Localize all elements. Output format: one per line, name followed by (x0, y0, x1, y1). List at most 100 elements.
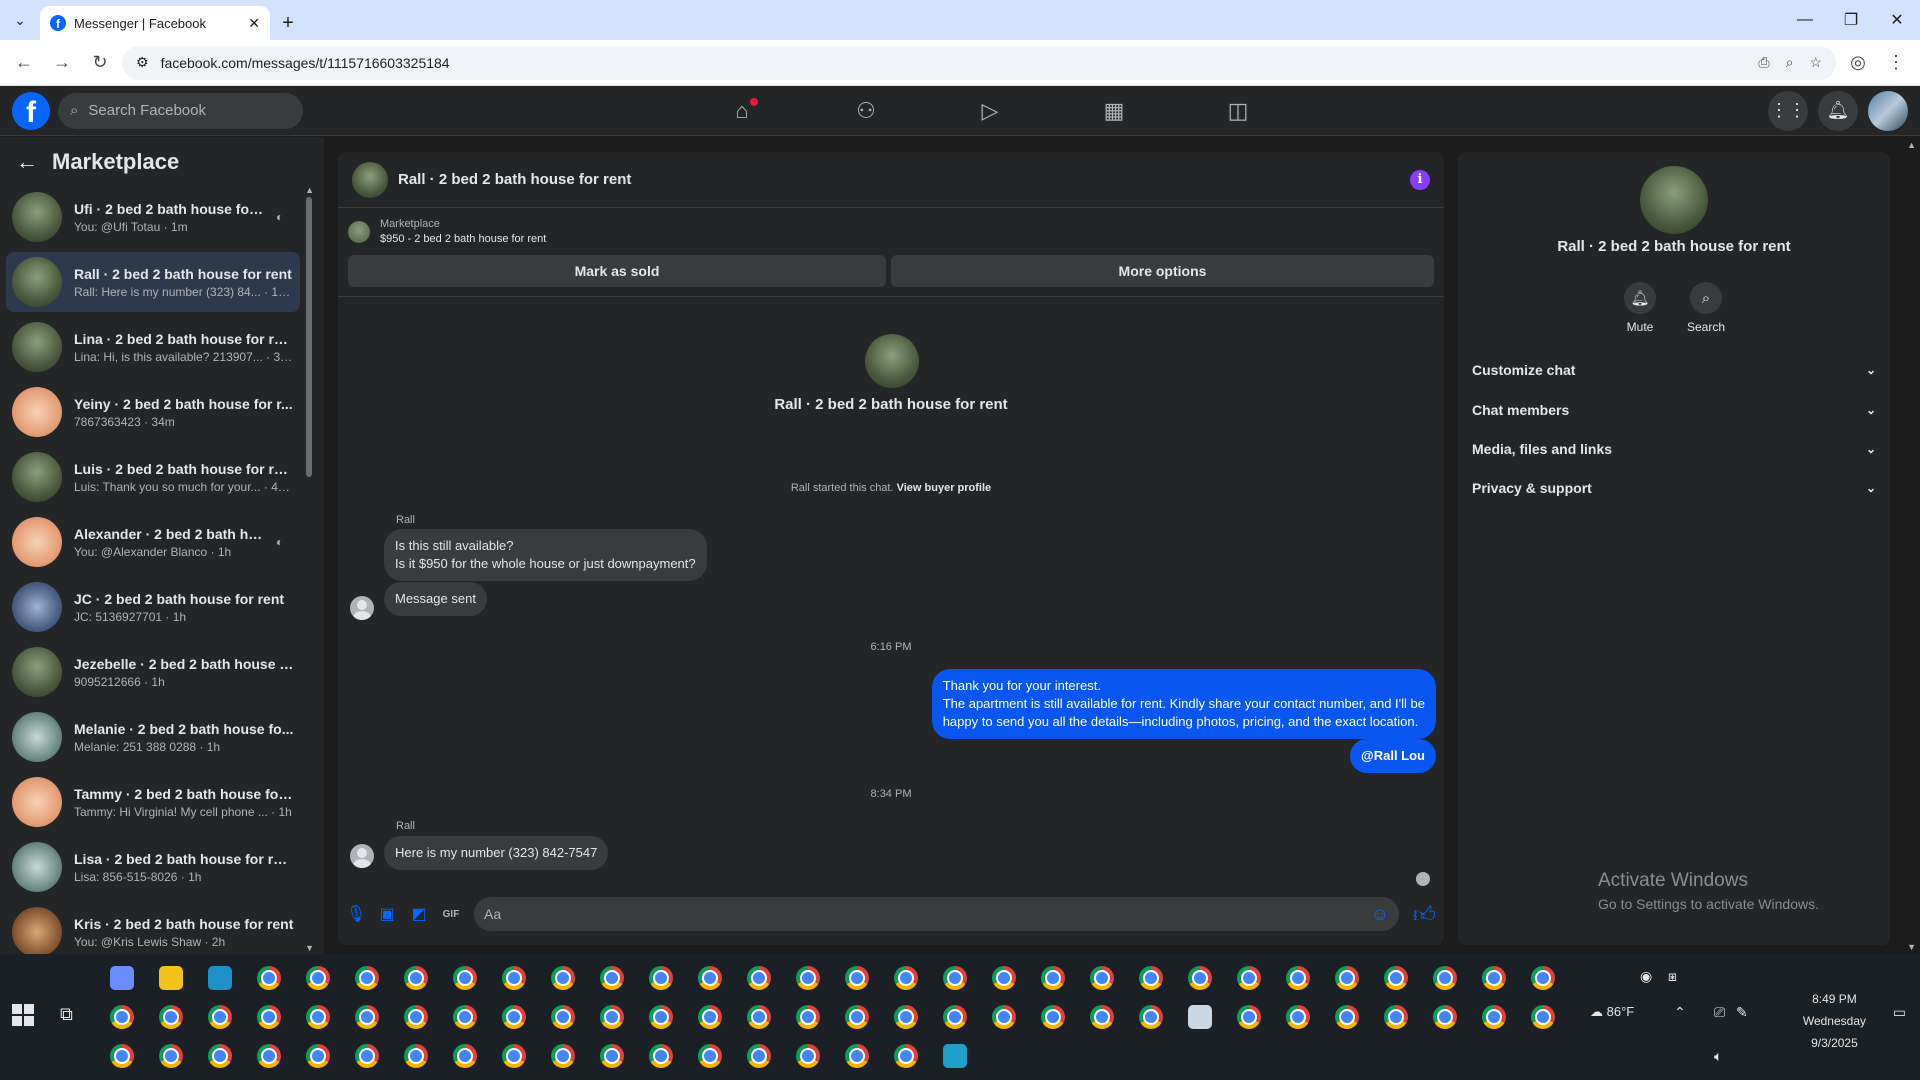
chrome-taskbar-icon[interactable] (453, 966, 477, 990)
conversation-item[interactable]: Yeiny · 2 bed 2 bath house for r... 78673… (6, 382, 300, 442)
account-avatar[interactable] (1868, 90, 1908, 131)
chrome-taskbar-icon[interactable] (698, 966, 722, 990)
menu-grid-icon[interactable]: ⋮⋮ (1768, 90, 1808, 131)
conversation-item[interactable]: Kris · 2 bed 2 bath house for rent You: @… (6, 902, 300, 962)
notifications-bell-icon[interactable]: 🔔︎ (1818, 90, 1858, 131)
microphone-icon[interactable]: 🎙︎ (346, 904, 366, 924)
scroll-up-icon[interactable]: ▲ (305, 185, 314, 195)
message-bubble-outgoing[interactable]: @Rall Lou (1350, 739, 1436, 773)
chrome-taskbar-icon[interactable] (551, 1044, 575, 1068)
chrome-taskbar-icon[interactable] (796, 1005, 820, 1029)
sidebar-scrollbar[interactable] (306, 197, 312, 477)
browser-menu-icon[interactable]: ⋮ (1880, 47, 1912, 79)
message-input[interactable]: Aa ☺ (474, 897, 1399, 931)
page-scroll-down-icon[interactable]: ▼ (1907, 942, 1916, 952)
chrome-taskbar-icon[interactable] (257, 1005, 281, 1029)
chrome-taskbar-icon[interactable] (306, 1005, 330, 1029)
chrome-taskbar-icon[interactable] (747, 966, 771, 990)
chrome-taskbar-icon[interactable] (1237, 1005, 1261, 1029)
notification-center-icon[interactable]: ▭ (1893, 1004, 1906, 1021)
photo-icon[interactable]: ▣ (378, 904, 396, 924)
chrome-taskbar-icon[interactable] (649, 966, 673, 990)
chrome-taskbar-icon[interactable] (404, 966, 428, 990)
chrome-taskbar-icon[interactable] (404, 1005, 428, 1029)
chrome-taskbar-icon[interactable] (649, 1044, 673, 1068)
back-arrow-icon[interactable]: ← (16, 149, 38, 175)
message-bubble-outgoing[interactable]: Thank you for your interest. The apartme… (931, 669, 1436, 739)
chrome-taskbar-icon[interactable] (306, 1044, 330, 1068)
chrome-taskbar-icon[interactable] (1139, 1005, 1163, 1029)
video-icon[interactable]: ▷ (928, 86, 1052, 136)
friends-icon[interactable]: ⚇ (804, 86, 928, 136)
profile-icon[interactable]: ◎ (1842, 47, 1874, 79)
tab-search-chevron-icon[interactable]: ⌄ (0, 0, 40, 40)
customize-chat-section[interactable]: Customize chat ⌄ (1472, 352, 1876, 388)
chrome-taskbar-icon[interactable] (257, 1044, 281, 1068)
install-app-icon[interactable]: ⎙ (1758, 54, 1769, 71)
chrome-taskbar-icon[interactable] (649, 1005, 673, 1029)
chrome-taskbar-icon[interactable] (894, 1005, 918, 1029)
gif-icon[interactable]: GIF (442, 909, 460, 920)
chrome-taskbar-icon[interactable] (600, 1005, 624, 1029)
chrome-taskbar-icon[interactable] (159, 1044, 183, 1068)
gaming-icon[interactable]: ◫ (1176, 86, 1300, 136)
chrome-taskbar-icon[interactable] (894, 1044, 918, 1068)
emoji-icon[interactable]: ☺ (1371, 904, 1389, 925)
url-bar[interactable]: ⚙ facebook.com/messages/t/11157166033251… (122, 45, 1836, 80)
chrome-taskbar-icon[interactable] (1335, 966, 1359, 990)
facebook-logo-icon[interactable]: f (12, 91, 50, 130)
conversation-item[interactable]: Melanie · 2 bed 2 bath house fo... Melani… (6, 707, 300, 767)
bookmark-star-icon[interactable]: ☆ (1809, 54, 1822, 71)
windows-start-icon[interactable] (12, 1004, 34, 1026)
close-window-icon[interactable]: ✕ (1874, 0, 1920, 40)
taskbar-app-icon[interactable] (208, 966, 232, 990)
chrome-taskbar-icon[interactable] (355, 1044, 379, 1068)
forward-arrow-icon[interactable]: → (46, 47, 78, 79)
tray-chevron-up-icon[interactable]: ⌃ (1674, 1004, 1686, 1021)
chrome-taskbar-icon[interactable] (355, 1005, 379, 1029)
chrome-taskbar-icon[interactable] (747, 1005, 771, 1029)
chrome-taskbar-icon[interactable] (1090, 1005, 1114, 1029)
more-options-button[interactable]: More options (891, 255, 1434, 287)
conversation-item[interactable]: Lina · 2 bed 2 bath house for rent Lina: … (6, 317, 300, 377)
browser-tab[interactable]: f Messenger | Facebook ✕ (40, 6, 270, 40)
volume-icon[interactable]: 🔈︎ (1714, 1048, 1722, 1065)
listing-info[interactable]: Marketplace $950 - 2 bed 2 bath house fo… (348, 218, 546, 245)
taskbar-app-icon[interactable] (110, 966, 134, 990)
info-icon[interactable]: i (1410, 169, 1430, 190)
chrome-taskbar-icon[interactable] (1188, 966, 1212, 990)
taskbar-app-icon[interactable] (159, 966, 183, 990)
zoom-icon[interactable]: ⌕ (1786, 54, 1794, 71)
record-icon[interactable]: ◉ (1640, 968, 1652, 985)
view-buyer-profile-link[interactable]: View buyer profile (897, 482, 992, 494)
chrome-taskbar-icon[interactable] (551, 966, 575, 990)
conversation-item[interactable]: JC · 2 bed 2 bath house for rent JC: 5136… (6, 577, 300, 637)
scroll-down-icon[interactable]: ▼ (305, 943, 314, 953)
page-scroll-up-icon[interactable]: ▲ (1907, 140, 1916, 150)
chrome-taskbar-icon[interactable] (1531, 1005, 1555, 1029)
mute-button[interactable]: 🔔︎ Mute (1610, 282, 1670, 334)
conversation-item[interactable]: Tammy · 2 bed 2 bath house for... Tammy: … (6, 772, 300, 832)
reload-icon[interactable]: ↻ (84, 47, 116, 79)
chrome-taskbar-icon[interactable] (1139, 966, 1163, 990)
facebook-search-input[interactable]: ⌕ Search Facebook (58, 92, 303, 129)
chrome-taskbar-icon[interactable] (600, 966, 624, 990)
mark-as-sold-button[interactable]: Mark as sold (348, 255, 886, 287)
weather-widget[interactable]: ☁ 86°F (1590, 1004, 1634, 1020)
conversation-item[interactable]: Lisa · 2 bed 2 bath house for rent Lisa: … (6, 837, 300, 897)
chrome-taskbar-icon[interactable] (600, 1044, 624, 1068)
chrome-taskbar-icon[interactable] (1384, 1005, 1408, 1029)
conversation-item[interactable]: Ufi · 2 bed 2 bath house for r... You: @U… (6, 187, 300, 247)
search-in-chat-button[interactable]: ⌕ Search (1676, 282, 1736, 334)
tab-close-icon[interactable]: ✕ (248, 15, 260, 32)
chrome-taskbar-icon[interactable] (208, 1044, 232, 1068)
site-info-icon[interactable]: ⚙ (136, 54, 149, 71)
chrome-taskbar-icon[interactable] (1090, 966, 1114, 990)
conversation-item[interactable]: Luis · 2 bed 2 bath house for rent Luis: … (6, 447, 300, 507)
message-bubble-incoming[interactable]: Message sent (384, 582, 487, 616)
chrome-taskbar-icon[interactable] (698, 1005, 722, 1029)
conversation-item[interactable]: Jezebelle · 2 bed 2 bath house f... 90952… (6, 642, 300, 702)
taskbar-app-icon[interactable] (943, 1044, 967, 1068)
media-files-links-section[interactable]: Media, files and links ⌄ (1472, 431, 1876, 467)
chrome-taskbar-icon[interactable] (453, 1044, 477, 1068)
